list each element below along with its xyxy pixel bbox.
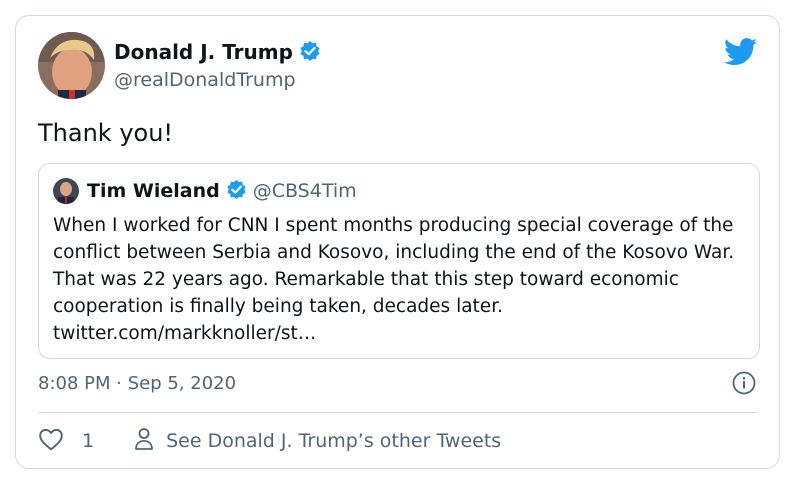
verified-badge-icon (226, 179, 247, 206)
quoted-author-handle: @CBS4Tim (252, 180, 357, 202)
quoted-author[interactable]: Tim Wieland @CBS4Tim (87, 179, 357, 206)
author-name[interactable]: Donald J. Trump (114, 39, 321, 68)
person-icon (134, 427, 154, 456)
quoted-author-avatar[interactable] (53, 178, 79, 204)
quoted-tweet[interactable]: Tim Wieland @CBS4Tim When I worked for CN… (38, 163, 760, 359)
author-handle[interactable]: @realDonaldTrump (114, 68, 296, 92)
quoted-author-name: Tim Wieland (87, 180, 220, 202)
tweet-card: Donald J. Trump @realDonaldTrump Thank y… (15, 15, 780, 469)
twitter-bird-icon[interactable] (723, 38, 758, 70)
tweet-text: Thank you! (38, 119, 174, 147)
like-count: 1 (82, 430, 95, 452)
info-icon[interactable] (732, 371, 756, 399)
heart-icon (38, 427, 64, 456)
like-button[interactable]: 1 (38, 427, 94, 456)
see-other-tweets-link[interactable]: See Donald J. Trump’s other Tweets (134, 427, 501, 456)
verified-badge-icon (299, 40, 321, 68)
tweet-actions: 1 See Donald J. Trump’s other Tweets (38, 427, 501, 455)
quoted-tweet-text: When I worked for CNN I spent months pro… (53, 215, 735, 344)
divider (38, 412, 757, 413)
author-avatar[interactable] (38, 32, 105, 99)
tweet-timestamp[interactable]: 8:08 PM · Sep 5, 2020 (38, 372, 236, 396)
see-other-tweets-label: See Donald J. Trump’s other Tweets (166, 430, 502, 452)
author-name-text: Donald J. Trump (114, 40, 293, 64)
